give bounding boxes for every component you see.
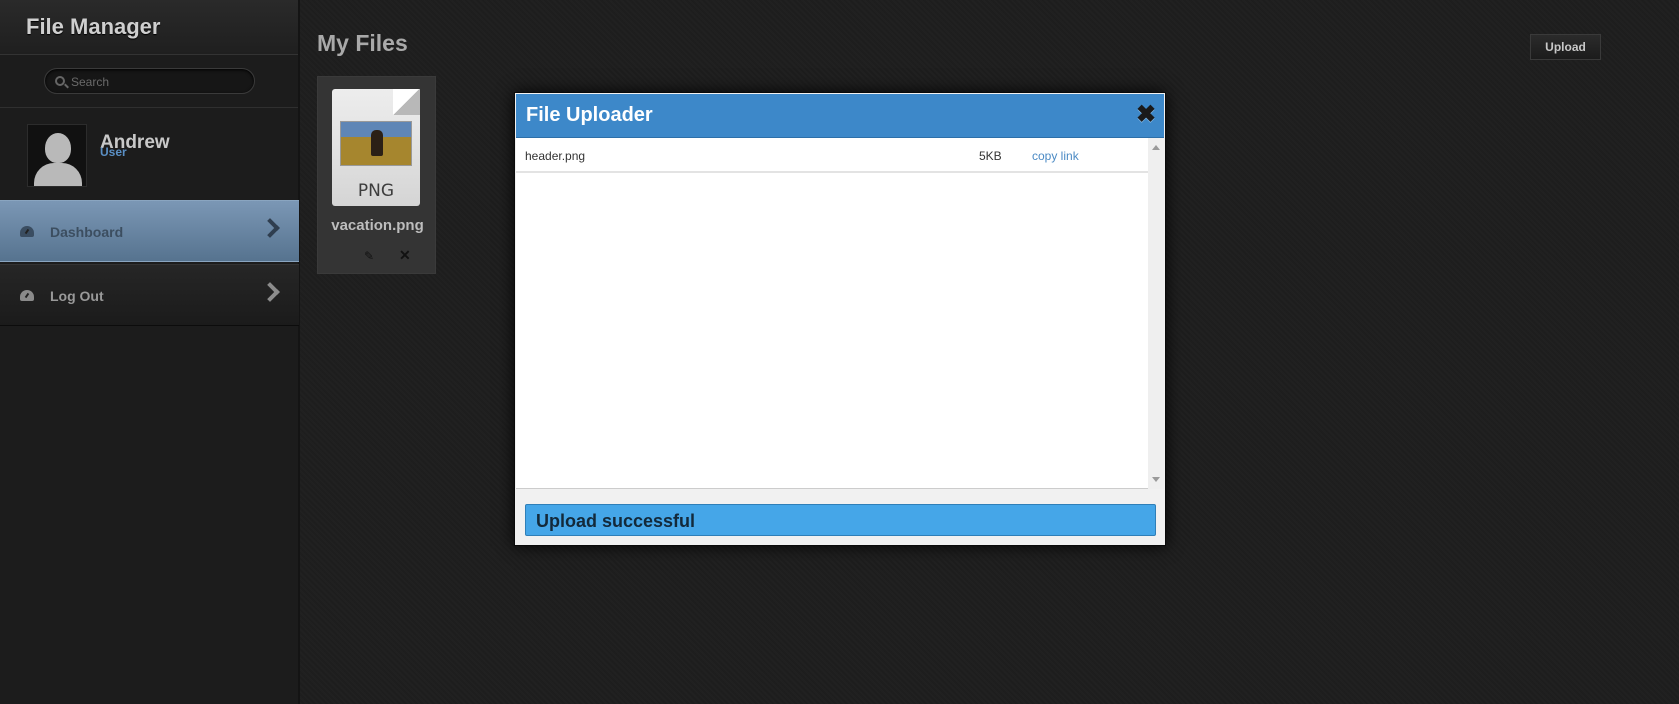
row-file-name: header.png — [525, 149, 586, 163]
status-bar: Upload successful — [525, 504, 1156, 536]
scrollbar[interactable] — [1148, 138, 1164, 489]
status-text: Upload successful — [536, 511, 696, 531]
file-uploader-modal: File Uploader ✖ header.png 5KB copy link… — [514, 92, 1166, 546]
user-panel: Andrew — [0, 108, 298, 201]
page-title: My Files — [317, 30, 408, 56]
scroll-down-icon[interactable] — [1152, 477, 1160, 482]
dashboard-icon — [20, 290, 34, 301]
user-role: User — [100, 145, 127, 159]
close-icon[interactable]: ✖ — [1136, 103, 1156, 127]
sidebar: File Manager Andrew User Dashboard Log O… — [0, 0, 300, 704]
nav-item-dashboard[interactable]: Dashboard — [0, 200, 299, 262]
nav-item-log-out[interactable]: Log Out — [0, 264, 299, 326]
search-icon — [55, 76, 65, 86]
pencil-icon[interactable]: ✎ — [364, 250, 376, 262]
search-input[interactable] — [71, 73, 246, 91]
nav-item-label: Dashboard — [50, 224, 124, 240]
app-title: File Manager — [0, 0, 298, 55]
chevron-right-icon — [260, 282, 280, 302]
file-card[interactable]: PNG vacation.png ✎ ✕ — [317, 76, 436, 274]
scroll-up-icon[interactable] — [1152, 145, 1160, 150]
delete-icon[interactable]: ✕ — [399, 248, 411, 262]
file-name: vacation.png — [331, 217, 424, 234]
modal-title: File Uploader — [526, 104, 653, 126]
nav-item-label: Log Out — [50, 288, 104, 304]
table-row: header.png 5KB copy link — [516, 138, 1148, 173]
row-file-size: 5KB — [979, 149, 1002, 163]
dashboard-icon — [20, 226, 34, 237]
search-area — [0, 55, 298, 108]
photo-thumbnail — [340, 121, 412, 166]
modal-header: File Uploader ✖ — [516, 94, 1164, 138]
search-box[interactable] — [44, 68, 255, 94]
png-file-icon: PNG — [332, 89, 420, 206]
file-type-label: PNG — [357, 181, 395, 201]
chevron-right-icon — [260, 218, 280, 238]
upload-file-list: header.png 5KB copy link — [516, 138, 1164, 489]
avatar — [27, 124, 87, 187]
upload-button[interactable]: Upload — [1530, 34, 1601, 60]
copy-link[interactable]: copy link — [1032, 149, 1079, 163]
